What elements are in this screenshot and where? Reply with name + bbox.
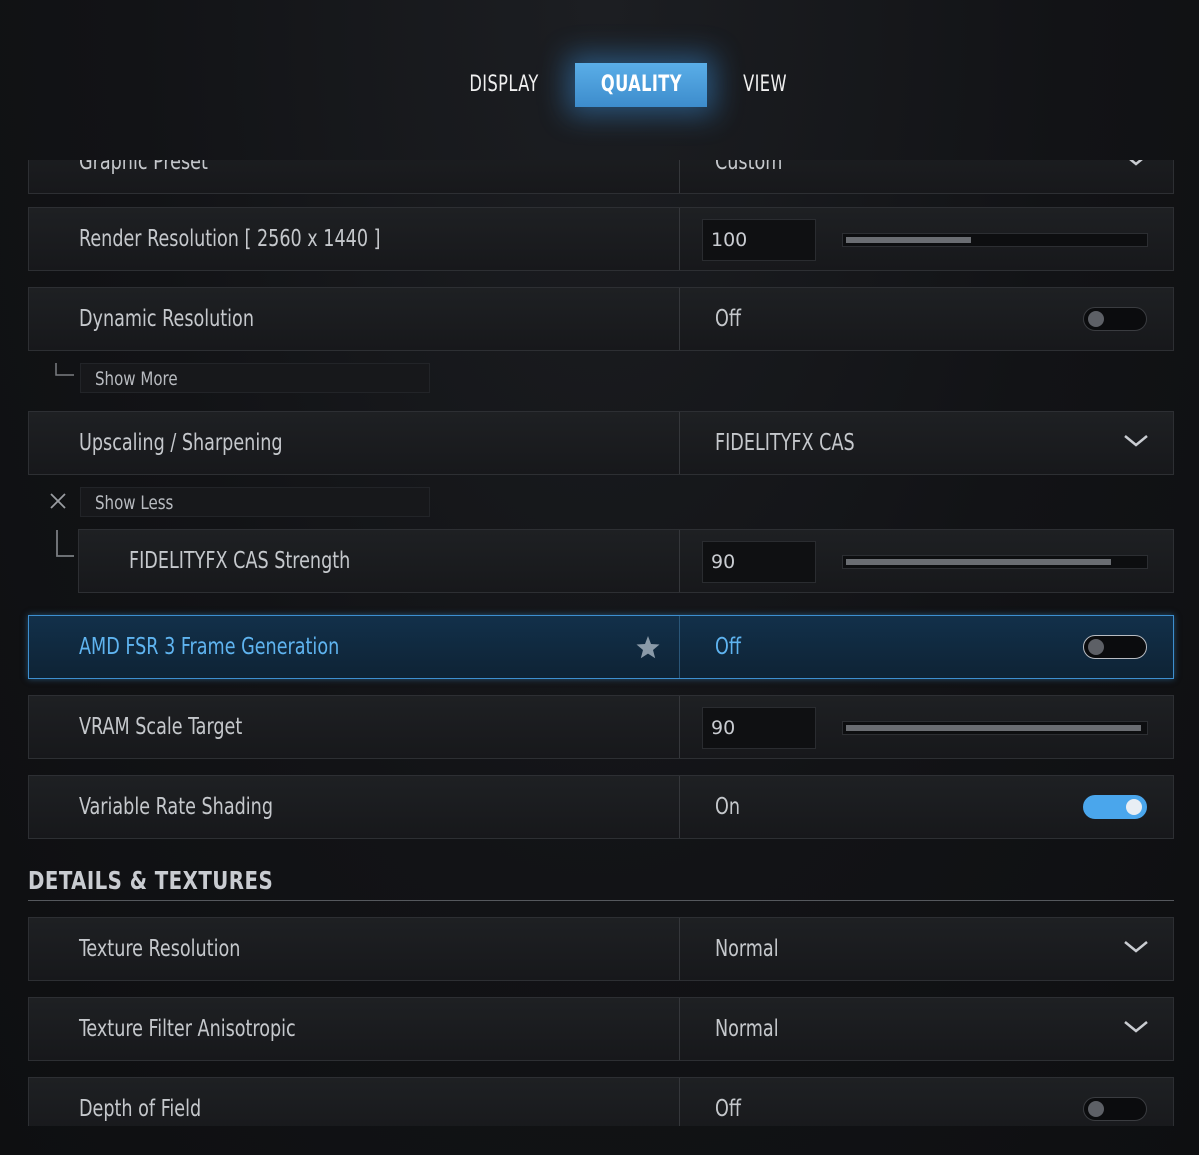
render-resolution-slider[interactable] (842, 233, 1148, 247)
tab-view[interactable]: VIEW (722, 63, 809, 107)
setting-value: FIDELITYFX CAS (715, 430, 855, 456)
depth-of-field-toggle[interactable] (1083, 1097, 1147, 1121)
setting-label: Texture Resolution (79, 936, 241, 962)
setting-label: VRAM Scale Target (79, 714, 243, 740)
cas-strength-input[interactable]: 90 (702, 541, 816, 583)
toggle-knob (1088, 639, 1104, 655)
setting-row-graphic-preset[interactable]: Graphic Preset Custom (28, 160, 1174, 194)
star-icon[interactable] (635, 634, 661, 660)
setting-row-dynamic-resolution[interactable]: Dynamic Resolution Off (28, 287, 1174, 351)
setting-value: Off (715, 634, 741, 660)
slider-fill (846, 559, 1111, 565)
setting-row-fsr3-frame-generation[interactable]: AMD FSR 3 Frame Generation Off (28, 615, 1174, 679)
tree-branch-icon (56, 530, 74, 557)
chevron-down-icon[interactable] (1123, 1020, 1148, 1034)
row-divider (679, 918, 680, 980)
close-icon[interactable] (48, 491, 68, 511)
cas-strength-slider[interactable] (842, 555, 1148, 569)
setting-label: Dynamic Resolution (79, 306, 254, 332)
setting-row-texture-filter-anisotropic[interactable]: Texture Filter Anisotropic Normal (28, 997, 1174, 1061)
setting-value: On (715, 794, 740, 820)
chevron-down-icon[interactable] (1123, 160, 1145, 167)
toggle-knob (1126, 799, 1142, 815)
row-divider (679, 696, 680, 758)
render-resolution-input[interactable]: 100 (702, 219, 816, 261)
vram-scale-input[interactable]: 90 (702, 707, 816, 749)
row-divider (679, 412, 680, 474)
chevron-down-icon[interactable] (1123, 434, 1148, 448)
setting-label: Variable Rate Shading (79, 794, 273, 820)
settings-list[interactable]: Graphic Preset Custom Render Resolution … (0, 160, 1199, 1126)
setting-value: Normal (715, 1016, 779, 1042)
setting-value: Custom (715, 160, 783, 175)
setting-label: AMD FSR 3 Frame Generation (79, 634, 340, 660)
setting-label: Texture Filter Anisotropic (79, 1016, 296, 1042)
slider-fill (846, 237, 971, 243)
vram-scale-slider[interactable] (842, 721, 1148, 735)
setting-value: Normal (715, 936, 779, 962)
setting-value: Off (715, 1096, 741, 1122)
settings-tab-bar: DISPLAY QUALITY VIEW (0, 0, 1199, 120)
row-divider (679, 530, 680, 592)
row-divider (679, 288, 680, 350)
toggle-knob (1088, 1101, 1104, 1117)
chevron-down-icon[interactable] (1123, 940, 1148, 954)
row-divider (679, 1078, 680, 1126)
setting-label: Depth of Field (79, 1096, 202, 1122)
setting-value: Off (715, 306, 741, 332)
dynamic-resolution-toggle[interactable] (1083, 307, 1147, 331)
slider-fill (846, 725, 1141, 731)
row-divider (679, 160, 680, 193)
setting-label: Graphic Preset (79, 160, 208, 175)
row-divider (679, 776, 680, 838)
setting-row-vram-scale-target: VRAM Scale Target 90 (28, 695, 1174, 759)
setting-row-depth-of-field[interactable]: Depth of Field Off (28, 1077, 1174, 1126)
tab-display[interactable]: DISPLAY (460, 63, 549, 107)
setting-row-upscaling[interactable]: Upscaling / Sharpening FIDELITYFX CAS (28, 411, 1174, 475)
setting-row-variable-rate-shading[interactable]: Variable Rate Shading On (28, 775, 1174, 839)
row-divider (679, 998, 680, 1060)
tab-quality[interactable]: QUALITY (575, 63, 707, 107)
show-less-button[interactable]: Show Less (80, 487, 430, 517)
setting-row-texture-resolution[interactable]: Texture Resolution Normal (28, 917, 1174, 981)
show-more-button[interactable]: Show More (80, 363, 430, 393)
setting-label: Render Resolution [ 2560 x 1440 ] (79, 226, 381, 252)
variable-rate-shading-toggle[interactable] (1083, 795, 1147, 819)
section-title-details-textures: DETAILS & TEXTURES (28, 866, 274, 895)
setting-label: Upscaling / Sharpening (79, 430, 283, 456)
setting-label: FIDELITYFX CAS Strength (129, 548, 351, 574)
tab-quality-label: QUALITY (600, 72, 682, 97)
row-divider (679, 616, 680, 678)
show-more-label: Show More (95, 368, 178, 390)
tree-branch-icon (55, 363, 74, 376)
toggle-knob (1088, 311, 1104, 327)
section-divider (28, 900, 1174, 901)
setting-row-cas-strength: FIDELITYFX CAS Strength 90 (78, 529, 1174, 593)
row-divider (679, 208, 680, 270)
fsr3-toggle[interactable] (1083, 635, 1147, 659)
setting-row-render-resolution: Render Resolution [ 2560 x 1440 ] 100 (28, 207, 1174, 271)
show-less-label: Show Less (95, 492, 174, 514)
